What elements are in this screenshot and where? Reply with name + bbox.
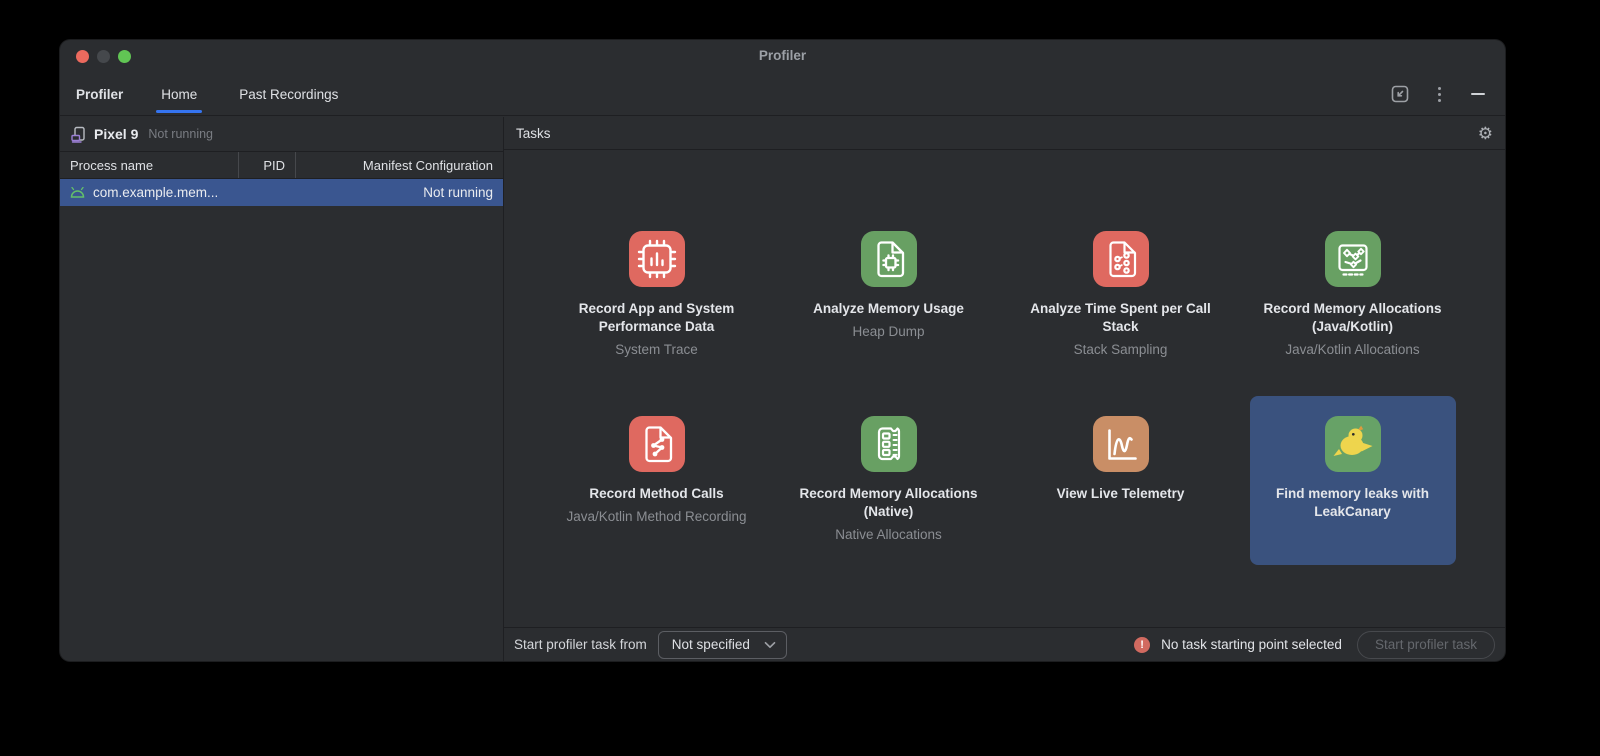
task-card-method-calls[interactable]: Record Method Calls Java/Kotlin Method R…	[541, 396, 773, 565]
process-table-header: Process name PID Manifest Configuration	[60, 152, 503, 179]
warning-icon: !	[1134, 637, 1150, 653]
task-subtitle: Java/Kotlin Method Recording	[566, 508, 746, 526]
column-process-name: Process name	[60, 152, 238, 178]
device-row: Pixel 9 Not running	[60, 117, 503, 152]
start-from-label: Start profiler task from	[514, 637, 647, 652]
window-title: Profiler	[60, 48, 1505, 63]
title-bar: Profiler	[60, 40, 1505, 73]
process-status: Not running	[423, 185, 493, 200]
cpu-chart-icon	[629, 231, 685, 287]
task-card-system-trace[interactable]: Record App and System Performance Data S…	[541, 211, 773, 380]
chevron-down-icon	[764, 641, 776, 649]
task-card-leakcanary[interactable]: Find memory leaks with LeakCanary	[1250, 396, 1456, 565]
stack-sampling-icon	[1093, 231, 1149, 287]
tasks-title: Tasks	[516, 126, 551, 141]
task-card-native-allocations[interactable]: Record Memory Allocations (Native) Nativ…	[773, 396, 1005, 565]
starting-point-dropdown[interactable]: Not specified	[658, 631, 787, 659]
task-card-heap-dump[interactable]: Analyze Memory Usage Heap Dump	[773, 211, 1005, 380]
task-subtitle: System Trace	[615, 341, 698, 359]
active-tab-underline	[156, 110, 202, 113]
dock-window-icon[interactable]	[1389, 83, 1411, 105]
column-manifest-configuration: Manifest Configuration	[295, 152, 503, 178]
task-card-stack-sampling[interactable]: Analyze Time Spent per Call Stack Stack …	[1005, 211, 1237, 380]
tool-window-label: Profiler	[76, 87, 123, 102]
more-options-icon[interactable]	[1428, 83, 1450, 105]
telemetry-icon	[1093, 416, 1149, 472]
warning-message: No task starting point selected	[1161, 637, 1342, 652]
tasks-header: Tasks ⚙	[504, 117, 1505, 150]
task-title: Record Method Calls	[589, 485, 723, 503]
task-subtitle: Native Allocations	[835, 526, 942, 544]
hide-icon[interactable]	[1467, 83, 1489, 105]
native-allocations-icon	[861, 416, 917, 472]
task-title: Record Memory Allocations (Java/Kotlin)	[1251, 300, 1455, 336]
leakcanary-icon	[1325, 416, 1381, 472]
heap-dump-icon	[861, 231, 917, 287]
task-footer-bar: Start profiler task from Not specified !…	[504, 627, 1505, 661]
virtual-device-icon	[70, 126, 87, 143]
task-title: Record Memory Allocations (Native)	[787, 485, 991, 521]
java-allocations-icon	[1325, 231, 1381, 287]
task-subtitle: Java/Kotlin Allocations	[1285, 341, 1419, 359]
column-pid: PID	[238, 152, 295, 178]
device-name: Pixel 9	[94, 126, 138, 142]
task-title: View Live Telemetry	[1057, 485, 1185, 503]
device-status: Not running	[148, 127, 213, 141]
process-list-panel: Pixel 9 Not running Process name PID Man…	[60, 117, 504, 661]
task-title: Record App and System Performance Data	[555, 300, 759, 336]
task-card-java-kotlin-allocations[interactable]: Record Memory Allocations (Java/Kotlin) …	[1237, 211, 1469, 380]
task-card-live-telemetry[interactable]: View Live Telemetry	[1005, 396, 1237, 565]
start-profiler-task-button[interactable]: Start profiler task	[1357, 631, 1495, 659]
tab-past-recordings[interactable]: Past Recordings	[239, 73, 338, 116]
task-title: Analyze Memory Usage	[813, 300, 964, 318]
task-title: Analyze Time Spent per Call Stack	[1019, 300, 1223, 336]
gear-icon[interactable]: ⚙	[1478, 125, 1493, 142]
tab-bar: Profiler Home Past Recordings	[60, 73, 1505, 116]
tasks-panel: Tasks ⚙ Rec	[504, 117, 1505, 661]
method-calls-icon	[629, 416, 685, 472]
task-subtitle: Heap Dump	[852, 323, 924, 341]
tab-home[interactable]: Home	[161, 73, 197, 116]
task-subtitle: Stack Sampling	[1074, 341, 1168, 359]
android-icon	[70, 187, 85, 198]
starting-point-value: Not specified	[672, 637, 750, 652]
profiler-window: Profiler Profiler Home Past Recordings	[60, 40, 1505, 661]
table-row[interactable]: com.example.mem... Not running	[60, 179, 503, 206]
process-name: com.example.mem...	[93, 185, 218, 200]
task-title: Find memory leaks with LeakCanary	[1251, 485, 1455, 521]
tasks-body: Record App and System Performance Data S…	[504, 150, 1505, 627]
